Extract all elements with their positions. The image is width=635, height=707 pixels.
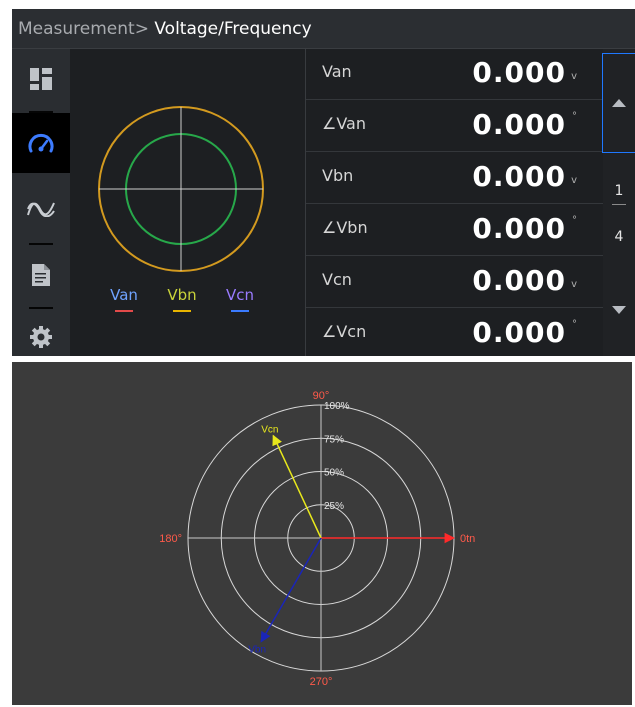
mini-phasor-legend: Van Vbn Vcn — [104, 286, 274, 326]
breadcrumb: Measurement> Voltage/Frequency — [12, 9, 635, 49]
document-icon — [32, 264, 50, 286]
page-up-button[interactable] — [602, 53, 635, 153]
reading-row: ∠Vcn 0.000 ° — [306, 309, 604, 356]
radial-tick-label: 75% — [324, 434, 344, 445]
legend-swatch — [173, 310, 191, 312]
mini-phasor-canvas — [98, 106, 264, 272]
legend-swatch — [231, 310, 249, 312]
sidebar-item-settings[interactable] — [12, 315, 70, 356]
legend-label: Van — [110, 286, 138, 304]
sidebar-divider — [29, 307, 53, 309]
reading-value: 0.000 — [472, 108, 566, 141]
legend-item-vbn: Vbn — [162, 286, 202, 312]
sidebar-item-waveform[interactable] — [12, 181, 70, 237]
readings-table: Van 0.000 v ∠Van 0.000 ° Vbn 0.000 v ∠Vb… — [305, 49, 604, 356]
reading-value: 0.000 — [472, 160, 566, 193]
page-down-button[interactable] — [603, 294, 635, 324]
reading-unit: ° — [572, 319, 577, 330]
legend-item-vcn: Vcn — [220, 286, 260, 312]
phasor-plot: 25% 50% 75% 100% Vcn Vbn 0tn 90° 180° 270° — [12, 362, 632, 705]
waveform-icon — [27, 202, 55, 217]
reading-row: ∠Vbn 0.000 ° — [306, 205, 604, 256]
sidebar-item-measurement[interactable] — [12, 113, 70, 173]
reading-label: Vbn — [322, 166, 354, 185]
gauge-icon — [28, 133, 54, 153]
radial-tick-label: 25% — [324, 501, 344, 512]
reading-label: ∠Vcn — [322, 322, 367, 341]
phasor-label: Vcn — [261, 424, 278, 435]
breadcrumb-root[interactable]: Measurement — [18, 19, 135, 39]
reading-unit: v — [571, 71, 577, 82]
reading-row: Vcn 0.000 v — [306, 257, 604, 308]
pager: 1 4 — [602, 49, 635, 356]
reading-unit: v — [571, 279, 577, 290]
reading-value: 0.000 — [472, 316, 566, 349]
reading-label: ∠Van — [322, 114, 366, 133]
reading-label: ∠Vbn — [322, 218, 368, 237]
angle-label: 270° — [310, 676, 333, 688]
reading-row: ∠Van 0.000 ° — [306, 101, 604, 152]
phasor-label: Vbn — [248, 645, 266, 656]
sidebar-item-dashboard[interactable] — [12, 49, 70, 109]
reading-row: Vbn 0.000 v — [306, 153, 604, 204]
reading-label: Van — [322, 62, 352, 81]
reading-label: Vcn — [322, 270, 352, 289]
breadcrumb-separator: > — [134, 19, 149, 39]
sidebar — [12, 49, 70, 356]
sidebar-item-report[interactable] — [12, 247, 70, 303]
device-screen: Measurement> Voltage/Frequency Van Vbn V… — [12, 9, 635, 356]
current-page: 1 — [614, 183, 624, 199]
reading-unit: v — [571, 175, 577, 186]
phasor-vcn — [272, 434, 322, 539]
pager-divider — [612, 204, 626, 205]
radial-tick-label: 50% — [324, 468, 344, 479]
legend-item-van: Van — [104, 286, 144, 312]
radial-tick-label: 100% — [324, 401, 350, 412]
breadcrumb-current: Voltage/Frequency — [154, 19, 312, 39]
reading-value: 0.000 — [472, 264, 566, 297]
reading-value: 0.000 — [472, 56, 566, 89]
reading-value: 0.000 — [472, 212, 566, 245]
angle-label: 180° — [159, 533, 182, 545]
angle-label: 90° — [313, 390, 330, 402]
legend-swatch — [115, 310, 133, 312]
total-pages: 4 — [614, 229, 624, 245]
legend-label: Vcn — [225, 286, 254, 304]
legend-label: Vbn — [167, 286, 197, 304]
triangle-down-icon — [612, 306, 626, 314]
reading-unit: ° — [572, 111, 577, 122]
gear-icon — [30, 326, 52, 348]
phasor-plot-canvas: 25% 50% 75% 100% Vcn Vbn 0tn 90° 180° 270° — [159, 390, 475, 688]
sidebar-divider — [29, 243, 53, 245]
reading-unit: ° — [572, 215, 577, 226]
angle-label: 0tn — [460, 533, 475, 545]
reading-row: Van 0.000 v — [306, 49, 604, 100]
dashboard-icon — [30, 68, 52, 90]
triangle-up-icon — [612, 99, 626, 107]
